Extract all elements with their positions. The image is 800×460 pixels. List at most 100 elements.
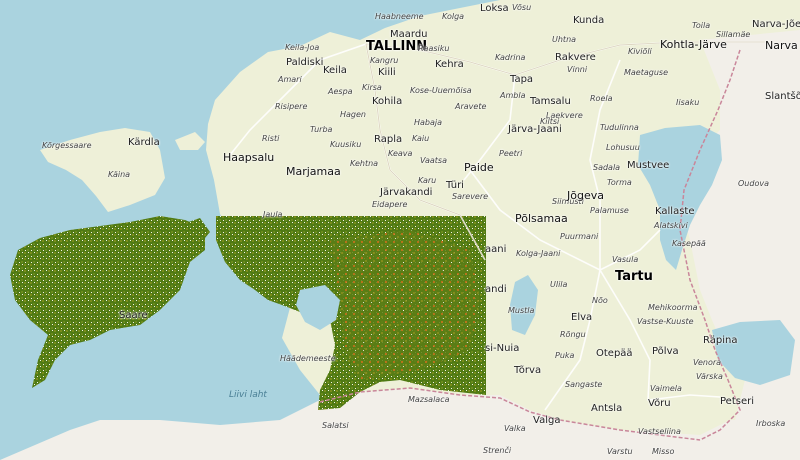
map-view[interactable]: LoksaVõsuKundaToilaNarva-JõesuuSillamäeN… (0, 0, 800, 460)
label-antsla: Antsla (591, 403, 623, 414)
label-rapina: Räpina (703, 335, 738, 346)
label-rapla: Rapla (374, 134, 403, 145)
label-kardla: Kärdla (128, 137, 160, 148)
label-vaatsa: Vaatsa (420, 156, 447, 165)
label-vinni: Vinni (567, 65, 588, 74)
label-sangaste: Sangaste (565, 380, 603, 389)
label-torva: Tõrva (514, 365, 542, 376)
label-vosu: Võsu (512, 3, 532, 12)
label-voru: Võru (648, 398, 671, 409)
label-tudulinna: Tudulinna (600, 123, 639, 132)
label-toila: Toila (692, 21, 711, 30)
label-eidapere: Eidapere (372, 200, 408, 209)
label-kadrina: Kadrina (495, 53, 526, 62)
label-salatsi: Salatsi (322, 421, 349, 430)
label-si-nuia: si-Nuia (485, 343, 520, 354)
label-vasula: Vasula (612, 255, 639, 264)
label-loksa: Loksa (480, 3, 509, 14)
label-roela: Roela (590, 94, 613, 103)
label-vastseliina: Vastseliina (638, 427, 681, 436)
label-tapa: Tapa (510, 74, 534, 85)
label-varska: Värska (696, 372, 723, 381)
label-kohila: Kohila (372, 96, 403, 107)
label-mehikoorma: Mehikoorma (648, 303, 698, 312)
label-kolga: Kolga (442, 12, 465, 21)
label-kasepaa: Kasepää (672, 239, 706, 248)
label-polsamaa: Põlsamaa (515, 212, 568, 225)
label-kuusiku: Kuusiku (330, 140, 362, 149)
label-kose-uuemoisa: Kose-Uuemõisa (410, 86, 472, 95)
label-aravete: Aravete (455, 102, 487, 111)
label-vastse-kuuste: Vastse-Kuuste (637, 317, 694, 326)
label-kohtla-jarve: Kohtla-Järve (660, 38, 727, 51)
label-turba: Turba (310, 125, 333, 134)
label-kolga-jaani: Kolga-Jaani (516, 249, 561, 258)
label-sadala: Sadala (593, 163, 621, 172)
label-narva-joesuu: Narva-Jõesuu (752, 19, 800, 30)
label-kunda: Kunda (573, 15, 605, 26)
label-paldiski: Paldiski (286, 57, 324, 68)
label-habaja: Habaja (414, 118, 443, 127)
label-mustvee: Mustvee (627, 160, 670, 171)
label-valka: Valka (504, 424, 526, 433)
label-uhtna: Uhtna (552, 35, 577, 44)
label-slantso: Slantšõ (765, 91, 800, 102)
label-risti: Risti (262, 134, 280, 143)
label-kangru: Kangru (370, 56, 399, 65)
label-puka: Puka (555, 351, 575, 360)
label-strenci: Strenči (483, 446, 512, 455)
label-venora: Venora (693, 358, 722, 367)
label-keila-joa: Keila-Joa (285, 43, 320, 52)
label-maetaguse: Maetaguse (624, 68, 669, 77)
label-hagen: Hagen (340, 110, 366, 119)
label-oudova: Oudova (738, 179, 769, 188)
label-saare: Saare (119, 310, 148, 321)
label-kehra: Kehra (435, 59, 464, 70)
label-korgessaare: Kõrgessaare (42, 141, 92, 150)
label-mazsalaca: Mazsalaca (408, 395, 450, 404)
label-puurmani: Puurmani (560, 232, 599, 241)
label-varstu: Varstu (607, 447, 633, 456)
label-noo: Nõo (592, 296, 608, 305)
label-torma: Torma (607, 178, 632, 187)
label-haademeeste: Häädemeeste (280, 354, 336, 363)
label-haabneeme: Haabneeme (375, 12, 424, 21)
label-keila: Keila (323, 65, 347, 76)
label-lohusuu: Lohusuu (606, 143, 640, 152)
label-valga: Valga (533, 415, 561, 426)
label-kaiu: Kaiu (412, 134, 430, 143)
label-aespa: Aespa (328, 87, 353, 96)
label-petseri: Petseri (720, 396, 754, 407)
label-peetri: Peetri (499, 149, 523, 158)
label-otepaa: Otepää (596, 348, 633, 359)
label-kiviöli: Kiviõli (628, 47, 652, 56)
label-ulila: Ulila (550, 280, 568, 289)
label-mustla: Mustla (508, 306, 535, 315)
label-ambla: Ambla (500, 91, 526, 100)
label-narva: Narva (765, 39, 798, 52)
label-elva: Elva (571, 312, 593, 323)
label-kehtna: Kehtna (350, 159, 379, 168)
label-karu: Karu (418, 176, 437, 185)
label-kallaste: Kallaste (655, 206, 695, 217)
label-alatskivi: Alatskivi (654, 221, 688, 230)
label-haapsalu: Haapsalu (223, 151, 275, 164)
label-andi: andi (485, 284, 507, 295)
label-aani: aani (485, 244, 507, 255)
label-polva: Põlva (652, 346, 679, 357)
label-kaina: Käina (108, 170, 131, 179)
label-misso: Misso (652, 447, 675, 456)
label-sarevere: Sarevere (452, 192, 489, 201)
label-kirsa: Kirsa (362, 83, 382, 92)
label-palamuse: Palamuse (590, 206, 629, 215)
label-paide: Paide (464, 161, 494, 174)
label-tamsalu: Tamsalu (530, 96, 571, 107)
label-jarva-jaani: Järva-Jaani (508, 124, 562, 135)
label-kiili: Kiili (378, 67, 396, 78)
label-rongu: Rõngu (560, 330, 586, 339)
label-tyri: Türi (446, 180, 464, 191)
label-jaula: Jaula (263, 210, 283, 219)
label-marjamaa: Marjamaa (286, 165, 341, 178)
label-risipere: Risipere (275, 102, 308, 111)
label-raasiku: Raasiku (418, 44, 450, 53)
